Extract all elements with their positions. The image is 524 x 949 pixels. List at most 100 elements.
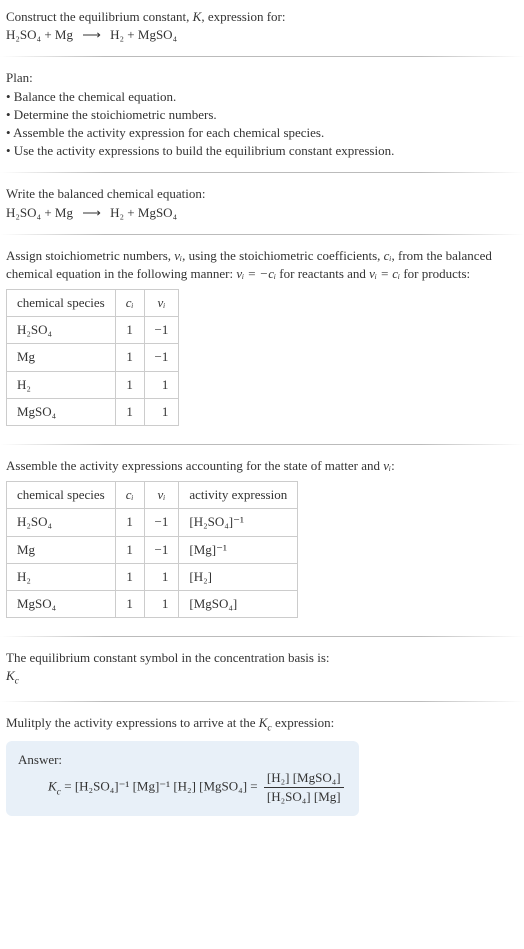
table-header-row: chemical species cᵢ νᵢ: [7, 290, 179, 317]
table-row: MgSO₄11: [7, 398, 179, 425]
col-species: chemical species: [7, 482, 116, 509]
answer-box: Answer: Kc = [H₂SO₄]⁻¹ [Mg]⁻¹ [H₂] [MgSO…: [6, 741, 359, 817]
stoich-table: chemical species cᵢ νᵢ H₂SO₄1−1 Mg1−1 H₂…: [6, 289, 179, 426]
multiply-section: Mulitply the activity expressions to arr…: [0, 706, 524, 831]
col-activity: activity expression: [179, 482, 298, 509]
assign-section: Assign stoichiometric numbers, νᵢ, using…: [0, 239, 524, 440]
term: [Mg]⁻¹: [133, 779, 170, 794]
cell-species: Mg: [7, 536, 116, 563]
divider: [0, 636, 524, 637]
denominator: [H₂SO₄] [Mg]: [264, 788, 344, 806]
species: MgSO₄: [138, 205, 177, 220]
col-species: chemical species: [7, 290, 116, 317]
cell-n: 1: [144, 563, 179, 590]
balanced-title: Write the balanced chemical equation:: [6, 185, 518, 203]
plan-bullet: • Determine the stoichiometric numbers.: [6, 106, 518, 124]
cell-n: −1: [144, 317, 179, 344]
cell-act: [MgSO₄]: [179, 590, 298, 617]
col-ci: cᵢ: [115, 482, 144, 509]
numerator: [H₂] [MgSO₄]: [264, 769, 344, 788]
arrow-icon: ⟶: [82, 204, 101, 222]
table-row: H₂11[H₂]: [7, 563, 298, 590]
plan-bullet: • Use the activity expressions to build …: [6, 142, 518, 160]
header-section: Construct the equilibrium constant, K, e…: [0, 0, 524, 52]
table-row: Mg1−1[Mg]⁻¹: [7, 536, 298, 563]
kc-symbol: Kc: [6, 667, 518, 688]
c-sub: c: [15, 676, 19, 687]
cell-species: Mg: [7, 344, 116, 371]
cell-n: −1: [144, 344, 179, 371]
text: Mulitply the activity expressions to arr…: [6, 715, 259, 730]
cell-c: 1: [115, 344, 144, 371]
text: Assign stoichiometric numbers,: [6, 248, 174, 263]
cell-c: 1: [115, 509, 144, 536]
text: for products:: [400, 266, 470, 281]
table-row: H₂11: [7, 371, 179, 398]
col-nui: νᵢ: [144, 482, 179, 509]
term: [H₂]: [173, 779, 196, 794]
cell-act: [H₂SO₄]⁻¹: [179, 509, 298, 536]
col-ci: cᵢ: [115, 290, 144, 317]
fraction: [H₂] [MgSO₄][H₂SO₄] [Mg]: [264, 769, 344, 806]
eq: νᵢ = −cᵢ: [236, 266, 276, 281]
text: Assemble the activity expressions accoun…: [6, 458, 383, 473]
divider: [0, 234, 524, 235]
cell-act: [H₂]: [179, 563, 298, 590]
table-header-row: chemical species cᵢ νᵢ activity expressi…: [7, 482, 298, 509]
cell-n: 1: [144, 398, 179, 425]
divider: [0, 701, 524, 702]
table-row: H₂SO₄1−1: [7, 317, 179, 344]
equals: =: [61, 779, 75, 794]
cell-c: 1: [115, 371, 144, 398]
divider: [0, 444, 524, 445]
plan-bullet: • Assemble the activity expression for e…: [6, 124, 518, 142]
plus: +: [41, 27, 55, 42]
text: Construct the equilibrium constant,: [6, 9, 193, 24]
construct-line: Construct the equilibrium constant, K, e…: [6, 8, 518, 26]
term: [H₂SO₄]⁻¹: [75, 779, 130, 794]
table-row: MgSO₄11[MgSO₄]: [7, 590, 298, 617]
cell-species: MgSO₄: [7, 398, 116, 425]
species: Mg: [55, 205, 73, 220]
multiply-line: Mulitply the activity expressions to arr…: [6, 714, 518, 735]
text: , expression for:: [201, 9, 285, 24]
equals: =: [247, 779, 261, 794]
cell-n: 1: [144, 371, 179, 398]
col-nui: νᵢ: [144, 290, 179, 317]
eq: νᵢ = cᵢ: [369, 266, 400, 281]
species: H₂: [110, 27, 124, 42]
species: H₂SO₄: [6, 27, 41, 42]
species: Mg: [55, 27, 73, 42]
table-row: H₂SO₄1−1[H₂SO₄]⁻¹: [7, 509, 298, 536]
species: H₂: [110, 205, 124, 220]
species: MgSO₄: [138, 27, 177, 42]
symbol-line: The equilibrium constant symbol in the c…: [6, 649, 518, 667]
unbalanced-equation: H₂SO₄ + Mg ⟶ H₂ + MgSO₄: [6, 26, 518, 44]
nu-symbol: νᵢ: [383, 458, 391, 473]
table-row: Mg1−1: [7, 344, 179, 371]
cell-species: H₂: [7, 563, 116, 590]
k: K: [48, 779, 57, 794]
plan-bullet: • Balance the chemical equation.: [6, 88, 518, 106]
plus: +: [41, 205, 55, 220]
species: H₂SO₄: [6, 205, 41, 220]
cell-species: H₂: [7, 371, 116, 398]
answer-label: Answer:: [18, 751, 347, 769]
balanced-equation: H₂SO₄ + Mg ⟶ H₂ + MgSO₄: [6, 204, 518, 222]
nu-symbol: νᵢ: [174, 248, 182, 263]
cell-species: H₂SO₄: [7, 509, 116, 536]
answer-equation: Kc = [H₂SO₄]⁻¹ [Mg]⁻¹ [H₂] [MgSO₄] = [H₂…: [18, 769, 347, 806]
cell-c: 1: [115, 317, 144, 344]
plus: +: [124, 205, 138, 220]
cell-c: 1: [115, 590, 144, 617]
cell-n: −1: [144, 509, 179, 536]
cell-act: [Mg]⁻¹: [179, 536, 298, 563]
cell-n: −1: [144, 536, 179, 563]
symbol-section: The equilibrium constant symbol in the c…: [0, 641, 524, 696]
k: K: [6, 668, 15, 683]
plus: +: [124, 27, 138, 42]
activity-table: chemical species cᵢ νᵢ activity expressi…: [6, 481, 298, 618]
cell-c: 1: [115, 398, 144, 425]
text: :: [391, 458, 395, 473]
divider: [0, 172, 524, 173]
